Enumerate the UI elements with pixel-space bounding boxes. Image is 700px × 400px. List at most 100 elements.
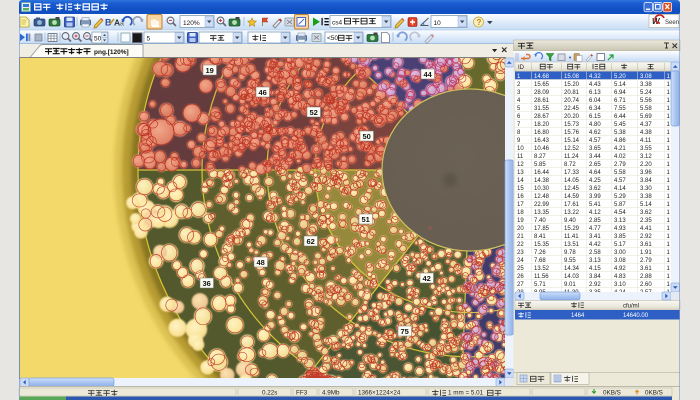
svg-text:3.62: 3.62 bbox=[589, 186, 601, 192]
svg-text:26: 26 bbox=[517, 274, 524, 280]
svg-text:10.30: 10.30 bbox=[534, 186, 550, 192]
svg-text:11.24: 11.24 bbox=[564, 154, 579, 160]
svg-text:6.71: 6.71 bbox=[614, 98, 626, 104]
svg-text:3.99: 3.99 bbox=[589, 194, 601, 200]
svg-text:44: 44 bbox=[424, 70, 433, 79]
svg-text:6.34: 6.34 bbox=[589, 106, 601, 112]
svg-text:15.14: 15.14 bbox=[564, 138, 580, 144]
svg-text:7.68: 7.68 bbox=[534, 258, 546, 264]
svg-text:3.08: 3.08 bbox=[614, 258, 626, 264]
svg-text:13.51: 13.51 bbox=[564, 242, 580, 248]
svg-text:4.02: 4.02 bbox=[614, 154, 626, 160]
svg-text:4.21: 4.21 bbox=[614, 146, 626, 152]
svg-text:5.20: 5.20 bbox=[614, 74, 626, 80]
svg-text:3.13: 3.13 bbox=[614, 218, 626, 224]
svg-text:1366×1224×24: 1366×1224×24 bbox=[358, 390, 401, 397]
svg-text:12: 12 bbox=[517, 162, 524, 168]
svg-text:120%: 120% bbox=[183, 20, 200, 27]
svg-text:3.41: 3.41 bbox=[589, 234, 601, 240]
svg-text:9.01: 9.01 bbox=[564, 282, 576, 288]
svg-text:3.00: 3.00 bbox=[614, 250, 626, 256]
svg-text:4.25: 4.25 bbox=[589, 178, 601, 184]
svg-text:3.61: 3.61 bbox=[640, 266, 652, 272]
svg-text:3.10: 3.10 bbox=[614, 282, 626, 288]
svg-text:2.88: 2.88 bbox=[640, 274, 652, 280]
svg-text:27: 27 bbox=[517, 282, 524, 288]
svg-text:21: 21 bbox=[517, 234, 524, 240]
svg-text:19: 19 bbox=[517, 218, 524, 224]
svg-text:4.37: 4.37 bbox=[640, 122, 652, 128]
svg-text:5.24: 5.24 bbox=[640, 90, 652, 96]
svg-text:4.43: 4.43 bbox=[589, 82, 601, 88]
svg-text:1464: 1464 bbox=[571, 313, 585, 319]
svg-text:8.41: 8.41 bbox=[534, 234, 546, 240]
svg-text:4.42: 4.42 bbox=[589, 242, 601, 248]
svg-text:10: 10 bbox=[434, 20, 442, 27]
svg-text:15.73: 15.73 bbox=[564, 122, 580, 128]
svg-text:5.69: 5.69 bbox=[640, 114, 652, 120]
svg-text:4.9Mb: 4.9Mb bbox=[322, 390, 340, 397]
svg-text:2.79: 2.79 bbox=[640, 258, 652, 264]
svg-text:4.54: 4.54 bbox=[614, 210, 626, 216]
svg-text:2.65: 2.65 bbox=[589, 162, 601, 168]
svg-text:17.33: 17.33 bbox=[564, 170, 580, 176]
svg-text:3.44: 3.44 bbox=[589, 154, 601, 160]
svg-text:9.40: 9.40 bbox=[564, 218, 576, 224]
svg-text:2.35: 2.35 bbox=[640, 218, 652, 224]
svg-text:ID: ID bbox=[518, 65, 525, 71]
svg-text:<50: <50 bbox=[327, 35, 338, 42]
svg-text:5.14: 5.14 bbox=[640, 202, 652, 208]
svg-text:11.56: 11.56 bbox=[534, 274, 549, 280]
svg-text:4.11: 4.11 bbox=[640, 138, 652, 144]
svg-text:9.55: 9.55 bbox=[564, 258, 576, 264]
svg-text:10: 10 bbox=[517, 146, 524, 152]
svg-text:6.15: 6.15 bbox=[589, 114, 601, 120]
svg-text:12.45: 12.45 bbox=[564, 186, 580, 192]
svg-text:3.65: 3.65 bbox=[589, 146, 601, 152]
svg-text:2.79: 2.79 bbox=[614, 162, 626, 168]
svg-text:13.52: 13.52 bbox=[534, 266, 550, 272]
svg-text:4.86: 4.86 bbox=[614, 138, 626, 144]
svg-text:42: 42 bbox=[423, 274, 431, 283]
svg-text:20: 20 bbox=[517, 226, 524, 232]
svg-text:62: 62 bbox=[307, 237, 315, 246]
svg-text:16.80: 16.80 bbox=[534, 130, 550, 136]
svg-text:17.85: 17.85 bbox=[534, 226, 550, 232]
svg-text:18.20: 18.20 bbox=[534, 122, 550, 128]
svg-text:4.62: 4.62 bbox=[589, 130, 601, 136]
svg-text:5.41: 5.41 bbox=[589, 202, 601, 208]
svg-text:3.13: 3.13 bbox=[589, 258, 601, 264]
svg-text:51: 51 bbox=[362, 215, 370, 224]
svg-text:16: 16 bbox=[517, 194, 524, 200]
svg-text:20.74: 20.74 bbox=[564, 98, 580, 104]
svg-text:0.22s: 0.22s bbox=[262, 390, 277, 397]
svg-text:4.15: 4.15 bbox=[589, 266, 601, 272]
svg-text:14.38: 14.38 bbox=[534, 178, 550, 184]
svg-text:14.34: 14.34 bbox=[564, 266, 580, 272]
svg-text:0KB/S: 0KB/S bbox=[645, 390, 663, 397]
svg-text:4.93: 4.93 bbox=[614, 226, 626, 232]
svg-text:50: 50 bbox=[94, 36, 102, 43]
svg-text:12.48: 12.48 bbox=[534, 194, 550, 200]
svg-text:6.94: 6.94 bbox=[614, 90, 626, 96]
svg-text:15: 15 bbox=[517, 186, 524, 192]
svg-text:3.96: 3.96 bbox=[640, 170, 652, 176]
svg-text:3.62: 3.62 bbox=[640, 210, 652, 216]
svg-text:5: 5 bbox=[147, 35, 151, 42]
svg-text:4.92: 4.92 bbox=[614, 266, 626, 272]
svg-text:4.77: 4.77 bbox=[589, 226, 601, 232]
svg-text:22.99: 22.99 bbox=[534, 202, 550, 208]
svg-text:3.12: 3.12 bbox=[640, 154, 652, 160]
svg-text:15.08: 15.08 bbox=[564, 74, 580, 80]
svg-text:50: 50 bbox=[363, 132, 371, 141]
svg-text:7.26: 7.26 bbox=[534, 250, 546, 256]
svg-text:5.87: 5.87 bbox=[614, 202, 626, 208]
svg-text:3.38: 3.38 bbox=[640, 82, 652, 88]
svg-text:5.14: 5.14 bbox=[614, 82, 626, 88]
svg-text:13.22: 13.22 bbox=[564, 210, 580, 216]
svg-text:15.35: 15.35 bbox=[534, 242, 550, 248]
svg-text:FF3: FF3 bbox=[296, 390, 308, 397]
svg-text:6.44: 6.44 bbox=[614, 114, 626, 120]
svg-text:4.57: 4.57 bbox=[614, 178, 626, 184]
svg-text:17.61: 17.61 bbox=[564, 202, 580, 208]
